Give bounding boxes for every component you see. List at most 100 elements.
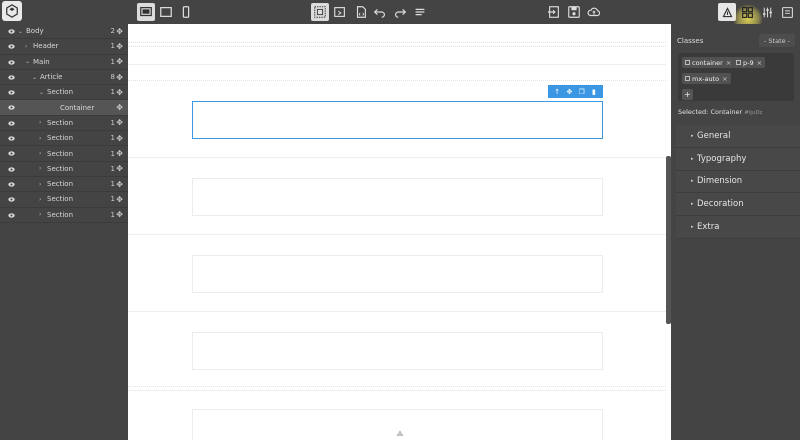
mobile-icon[interactable] bbox=[177, 3, 195, 21]
select-parent-icon[interactable]: ↑ bbox=[552, 88, 562, 96]
class-tag[interactable]: mx-auto × bbox=[682, 73, 731, 84]
layer-row[interactable]: ⌄ Section 1 ✥ bbox=[0, 85, 128, 101]
undo-icon[interactable] bbox=[371, 3, 389, 21]
eye-icon[interactable] bbox=[8, 74, 15, 81]
caret-right-icon[interactable]: › bbox=[39, 165, 41, 172]
eye-icon[interactable] bbox=[8, 43, 15, 50]
layer-count: 1 bbox=[110, 164, 115, 173]
clone-icon[interactable]: ❐ bbox=[577, 88, 587, 96]
eye-icon[interactable] bbox=[8, 196, 15, 203]
remove-tag-icon[interactable]: × bbox=[726, 59, 731, 67]
layer-row[interactable]: › Section 1 ✥ bbox=[0, 116, 128, 132]
redo-icon[interactable] bbox=[391, 3, 409, 21]
eye-icon[interactable] bbox=[8, 212, 15, 219]
tablet-icon[interactable] bbox=[157, 3, 175, 21]
container-block[interactable] bbox=[192, 332, 603, 370]
drag-handle-icon[interactable]: ✥ bbox=[116, 180, 123, 189]
sector-typography[interactable]: ▸ Typography bbox=[676, 147, 800, 171]
container-block[interactable] bbox=[192, 178, 603, 216]
desktop-icon[interactable] bbox=[137, 3, 155, 21]
class-tag[interactable]: container × bbox=[682, 57, 735, 68]
drag-handle-icon[interactable]: ✥ bbox=[116, 73, 123, 82]
drag-handle-icon[interactable]: ✥ bbox=[116, 164, 123, 173]
settings-icon[interactable] bbox=[758, 3, 776, 21]
caret-right-icon[interactable]: › bbox=[39, 150, 41, 157]
drag-handle-icon[interactable]: ✥ bbox=[116, 42, 123, 51]
eye-icon[interactable] bbox=[8, 89, 15, 96]
sector-extra[interactable]: ▸ Extra bbox=[676, 216, 800, 239]
selected-container-block[interactable] bbox=[192, 101, 603, 139]
caret-right-icon[interactable]: › bbox=[39, 135, 41, 142]
layer-row[interactable]: ⌄ Article 8 ✥ bbox=[0, 70, 128, 86]
container-block[interactable] bbox=[192, 255, 603, 293]
sector-dimension[interactable]: ▸ Dimension bbox=[676, 170, 800, 194]
layer-row[interactable]: › Section 1 ✥ bbox=[0, 162, 128, 177]
sector-general[interactable]: ▸ General bbox=[676, 125, 800, 148]
caret-down-icon[interactable]: ⌄ bbox=[25, 58, 30, 65]
layer-row[interactable]: ⌄ Body 2 ✥ bbox=[0, 24, 128, 40]
section-divider bbox=[128, 80, 666, 81]
drag-handle-icon[interactable]: ✥ bbox=[116, 134, 123, 143]
layer-count: 1 bbox=[110, 42, 115, 51]
checkbox-icon[interactable] bbox=[685, 76, 690, 81]
layer-row[interactable]: › Section 1 ✥ bbox=[0, 146, 128, 162]
drag-handle-icon[interactable]: ✥ bbox=[116, 210, 123, 219]
layer-row[interactable]: › Section 1 ✥ bbox=[0, 192, 128, 208]
sector-decoration[interactable]: ▸ Decoration bbox=[676, 193, 800, 217]
drag-handle-icon[interactable]: ✥ bbox=[116, 118, 123, 127]
layer-row[interactable]: ⌄ Main 1 ✥ bbox=[0, 55, 128, 70]
class-tag-label: container bbox=[692, 58, 723, 67]
save-icon[interactable] bbox=[565, 3, 583, 21]
eye-icon[interactable] bbox=[8, 135, 15, 142]
delete-icon[interactable]: ▮ bbox=[589, 88, 599, 96]
section-divider bbox=[128, 386, 666, 387]
caret-right-icon[interactable]: › bbox=[39, 196, 41, 203]
import-icon[interactable] bbox=[545, 3, 563, 21]
cloud-upload-icon[interactable] bbox=[585, 3, 603, 21]
blocks-icon[interactable] bbox=[738, 3, 756, 21]
add-class-button[interactable]: + bbox=[682, 89, 693, 100]
grid-outline-icon[interactable] bbox=[311, 3, 329, 21]
caret-right-icon: ▸ bbox=[691, 201, 694, 208]
caret-right-icon[interactable]: › bbox=[39, 119, 41, 126]
caret-down-icon[interactable]: ⌄ bbox=[39, 89, 44, 96]
caret-down-icon[interactable]: ⌄ bbox=[18, 28, 23, 35]
layer-row[interactable]: Container ✥ bbox=[0, 100, 128, 116]
eye-icon[interactable] bbox=[8, 181, 15, 188]
caret-down-icon[interactable]: ⌄ bbox=[32, 74, 37, 81]
layer-manager-icon[interactable] bbox=[778, 3, 796, 21]
layer-row[interactable]: › Section 1 ✥ bbox=[0, 177, 128, 193]
editor-canvas[interactable]: ↑ ✥ ❐ ▮ ⟁ bbox=[128, 24, 671, 440]
checkbox-icon[interactable] bbox=[685, 60, 690, 65]
drag-handle-icon[interactable]: ✥ bbox=[116, 195, 123, 204]
selected-prefix: Selected: bbox=[678, 108, 709, 116]
caret-right-icon[interactable]: › bbox=[39, 211, 41, 218]
caret-right-icon[interactable]: › bbox=[25, 43, 27, 50]
sector-label: Decoration bbox=[697, 199, 744, 210]
drag-handle-icon[interactable]: ✥ bbox=[116, 88, 123, 97]
layer-row[interactable]: › Header 1 ✥ bbox=[0, 39, 128, 55]
layer-row[interactable]: › Section 1 ✥ bbox=[0, 208, 128, 223]
eye-icon[interactable] bbox=[8, 104, 15, 111]
eye-icon[interactable] bbox=[8, 150, 15, 157]
checkbox-icon[interactable] bbox=[736, 60, 741, 65]
drag-handle-icon[interactable]: ✥ bbox=[116, 149, 123, 158]
eye-icon[interactable] bbox=[8, 28, 15, 35]
class-tag[interactable]: p-9 × bbox=[733, 57, 766, 68]
layer-row[interactable]: › Section 1 ✥ bbox=[0, 131, 128, 147]
eye-icon[interactable] bbox=[8, 166, 15, 173]
clear-icon[interactable] bbox=[411, 3, 429, 21]
state-select[interactable]: - State - bbox=[759, 34, 795, 47]
drag-handle-icon[interactable]: ✥ bbox=[116, 57, 123, 66]
preview-icon[interactable] bbox=[331, 3, 349, 21]
code-file-icon[interactable] bbox=[352, 3, 370, 21]
drag-handle-icon[interactable]: ✥ bbox=[116, 27, 123, 36]
move-icon[interactable]: ✥ bbox=[564, 88, 574, 96]
caret-right-icon[interactable]: › bbox=[39, 181, 41, 188]
drag-handle-icon[interactable]: ✥ bbox=[116, 103, 123, 112]
eye-icon[interactable] bbox=[8, 59, 15, 66]
app-logo-icon bbox=[2, 1, 22, 21]
eye-icon[interactable] bbox=[8, 120, 15, 127]
remove-tag-icon[interactable]: × bbox=[757, 59, 762, 67]
remove-tag-icon[interactable]: × bbox=[722, 75, 727, 83]
